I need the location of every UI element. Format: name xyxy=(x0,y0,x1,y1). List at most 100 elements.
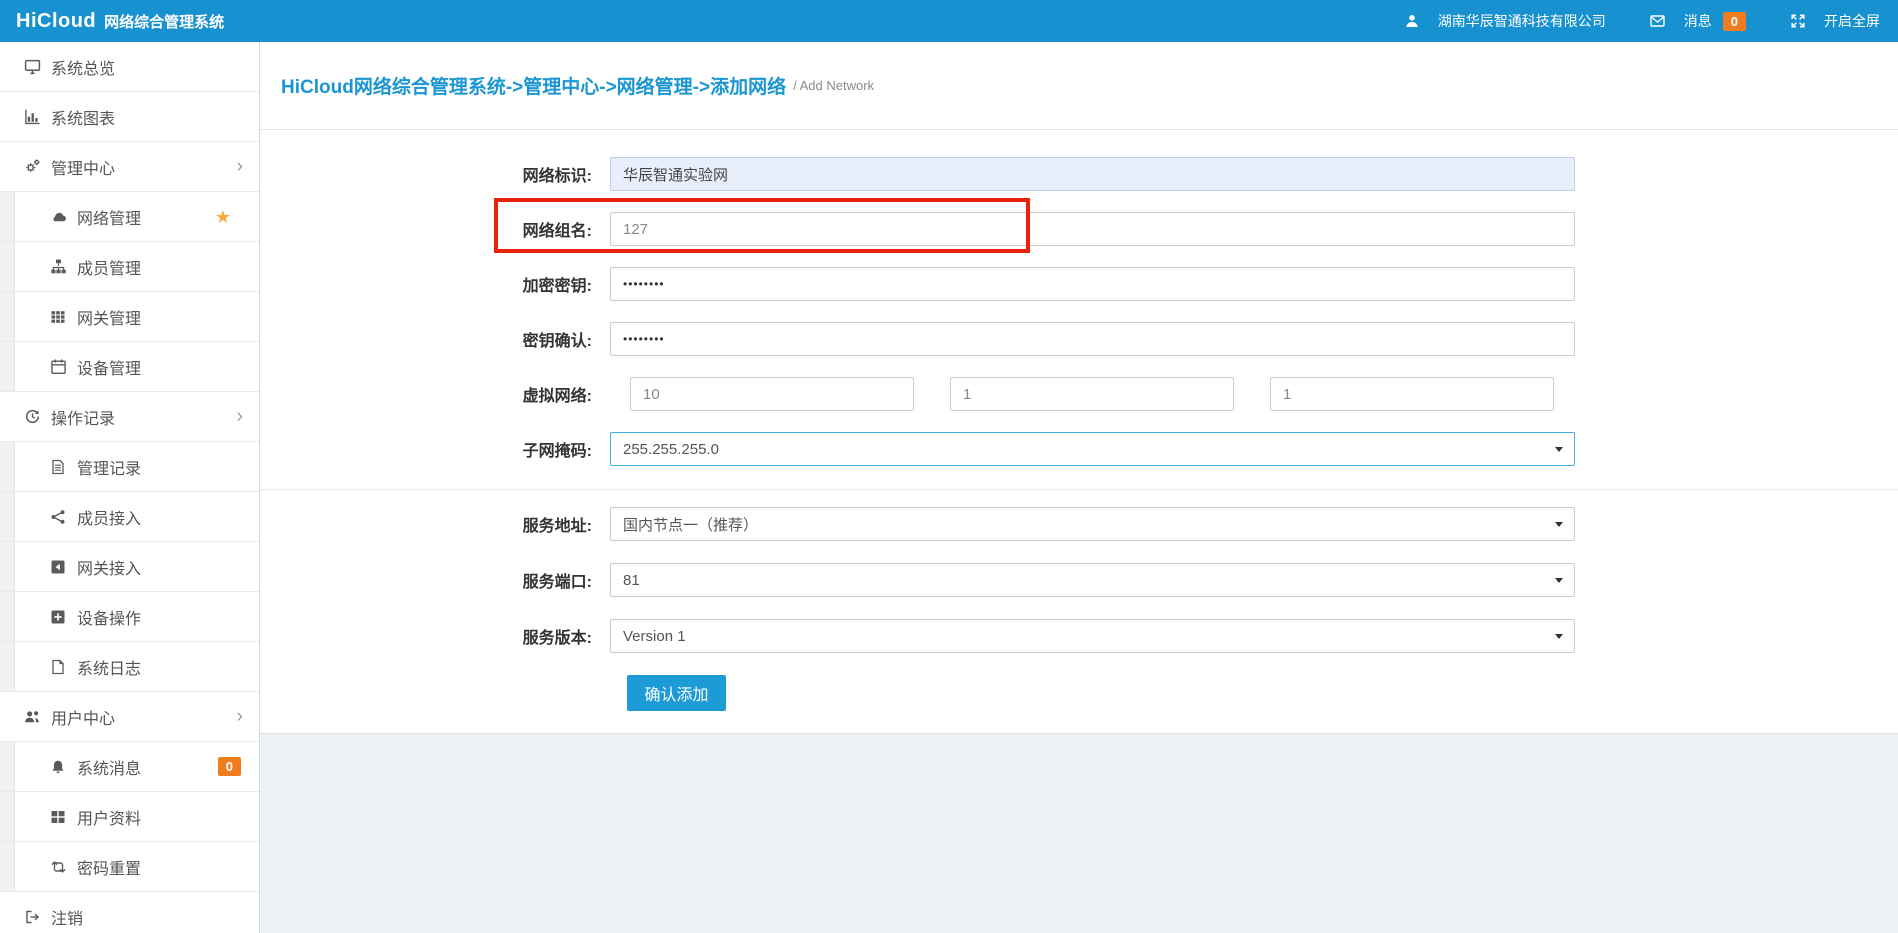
calendar-icon xyxy=(48,358,68,375)
sidebar-item-label: 系统总览 xyxy=(51,55,115,79)
retweet-icon xyxy=(48,859,68,875)
history-icon xyxy=(22,408,42,425)
plus-square-icon xyxy=(48,609,68,625)
breadcrumb-suffix: / Add Network xyxy=(793,78,874,93)
caret-down-icon xyxy=(1555,634,1563,643)
sidebar-item-admin-records[interactable]: 管理记录 xyxy=(0,442,259,492)
submit-row: 确认添加 xyxy=(260,675,1898,733)
server-address-select[interactable]: 国内节点一（推荐） xyxy=(610,507,1575,541)
group-name-label: 网络组名: xyxy=(260,217,610,241)
account-menu[interactable]: 湖南华辰智通科技有限公司 xyxy=(1402,11,1606,31)
subnet-mask-value: 255.255.255.0 xyxy=(623,441,719,458)
breadcrumb-bar: HiCloud网络综合管理系统->管理中心->网络管理->添加网络 / Add … xyxy=(260,42,1898,130)
group-name-row: 网络组名: xyxy=(260,212,1898,246)
sidebar-item-system-log[interactable]: 系统日志 xyxy=(0,642,259,692)
grid-large-icon xyxy=(48,809,68,825)
virtual-network-octet3-input[interactable] xyxy=(1270,377,1554,411)
sidebar-item-logout[interactable]: 注销 xyxy=(0,892,259,933)
server-version-select[interactable]: Version 1 xyxy=(610,619,1575,653)
sitemap-icon xyxy=(48,258,68,275)
subnet-mask-select[interactable]: 255.255.255.0 xyxy=(610,432,1575,466)
envelope-icon xyxy=(1648,13,1668,29)
sidebar-item-gateway-access[interactable]: 网关接入 xyxy=(0,542,259,592)
users-icon xyxy=(22,708,42,725)
sidebar-item-gateway-management[interactable]: 网关管理 xyxy=(0,292,259,342)
brand-subtitle: 网络综合管理系统 xyxy=(104,11,224,32)
add-network-form: 网络标识: 网络组名: 加密密钥: 密钥确认: 虚拟网络: xyxy=(260,130,1898,733)
network-id-input[interactable] xyxy=(610,157,1575,191)
sidebar-item-system-messages[interactable]: 系统消息 0 xyxy=(0,742,259,792)
server-port-select[interactable]: 81 xyxy=(610,563,1575,597)
sidebar-item-label: 密码重置 xyxy=(77,855,141,879)
section-divider xyxy=(260,489,1898,490)
server-address-value: 国内节点一（推荐） xyxy=(623,514,758,535)
sidebar-item-system-charts[interactable]: 系统图表 xyxy=(0,92,259,142)
virtual-network-label: 虚拟网络: xyxy=(260,382,610,406)
sidebar-item-system-overview[interactable]: 系统总览 xyxy=(0,42,259,92)
subnet-mask-row: 子网掩码: 255.255.255.0 xyxy=(260,432,1898,466)
sign-out-icon xyxy=(22,909,42,925)
encryption-key-label: 加密密钥: xyxy=(260,272,610,296)
sidebar-item-label: 用户中心 xyxy=(51,705,115,729)
sidebar-item-member-management[interactable]: 成员管理 xyxy=(0,242,259,292)
sidebar-nav: 系统总览 系统图表 管理中心 › 网络管理 ★ 成员管理 xyxy=(0,42,260,933)
sidebar-item-label: 设备管理 xyxy=(77,355,141,379)
sidebar-item-label: 管理记录 xyxy=(77,455,141,479)
gears-icon xyxy=(22,158,42,175)
fullscreen-toggle[interactable]: 开启全屏 xyxy=(1788,11,1880,31)
message-count-badge: 0 xyxy=(218,757,241,776)
brand-logo-text: HiCloud xyxy=(16,10,96,33)
caret-square-left-icon xyxy=(48,559,68,575)
server-port-row: 服务端口: 81 xyxy=(260,563,1898,597)
sidebar-item-admin-center[interactable]: 管理中心 › xyxy=(0,142,259,192)
sidebar-item-operation-records[interactable]: 操作记录 › xyxy=(0,392,259,442)
group-name-input[interactable] xyxy=(610,212,1575,246)
add-network-panel: HiCloud网络综合管理系统->管理中心->网络管理->添加网络 / Add … xyxy=(260,42,1898,734)
key-confirm-input[interactable] xyxy=(610,322,1575,356)
messages-label: 消息 xyxy=(1684,11,1712,31)
bell-icon xyxy=(48,759,68,775)
encryption-key-input[interactable] xyxy=(610,267,1575,301)
main-content: HiCloud网络综合管理系统->管理中心->网络管理->添加网络 / Add … xyxy=(260,42,1898,933)
server-version-value: Version 1 xyxy=(623,628,686,645)
confirm-add-button[interactable]: 确认添加 xyxy=(627,675,726,711)
desktop-icon xyxy=(22,58,42,75)
virtual-network-octet1-input[interactable] xyxy=(630,377,914,411)
fullscreen-icon xyxy=(1788,13,1808,29)
sidebar-item-device-operation[interactable]: 设备操作 xyxy=(0,592,259,642)
sidebar-item-user-profile[interactable]: 用户资料 xyxy=(0,792,259,842)
sidebar-item-label: 注销 xyxy=(51,905,83,929)
sidebar-item-label: 成员管理 xyxy=(77,255,141,279)
encryption-key-row: 加密密钥: xyxy=(260,267,1898,301)
virtual-network-row: 虚拟网络: xyxy=(260,377,1898,411)
server-port-value: 81 xyxy=(623,572,640,589)
messages-menu[interactable]: 消息 0 xyxy=(1648,11,1746,31)
sidebar-item-member-access[interactable]: 成员接入 xyxy=(0,492,259,542)
bar-chart-icon xyxy=(22,108,42,125)
chevron-right-icon: › xyxy=(237,407,243,426)
fullscreen-label: 开启全屏 xyxy=(1824,11,1880,31)
network-id-row: 网络标识: xyxy=(260,157,1898,191)
top-bar: HiCloud 网络综合管理系统 湖南华辰智通科技有限公司 消息 0 开启全屏 xyxy=(0,0,1898,42)
cloud-icon xyxy=(48,208,68,225)
network-id-label: 网络标识: xyxy=(260,162,610,186)
sidebar-item-label: 系统图表 xyxy=(51,105,115,129)
chevron-right-icon: › xyxy=(237,157,243,176)
server-port-label: 服务端口: xyxy=(260,568,610,592)
sidebar-item-label: 系统日志 xyxy=(77,655,141,679)
virtual-network-inputs xyxy=(610,377,1554,411)
virtual-network-octet2-input[interactable] xyxy=(950,377,1234,411)
server-version-label: 服务版本: xyxy=(260,624,610,648)
caret-down-icon xyxy=(1555,447,1563,456)
caret-down-icon xyxy=(1555,578,1563,587)
server-version-row: 服务版本: Version 1 xyxy=(260,619,1898,653)
sidebar-item-user-center[interactable]: 用户中心 › xyxy=(0,692,259,742)
sidebar-item-password-reset[interactable]: 密码重置 xyxy=(0,842,259,892)
sidebar-item-network-management[interactable]: 网络管理 ★ xyxy=(0,192,259,242)
grid-icon xyxy=(48,309,68,325)
sidebar-item-label: 操作记录 xyxy=(51,405,115,429)
server-address-label: 服务地址: xyxy=(260,512,610,536)
sidebar-item-label: 设备操作 xyxy=(77,605,141,629)
sidebar-item-label: 网络管理 xyxy=(77,205,141,229)
sidebar-item-device-management[interactable]: 设备管理 xyxy=(0,342,259,392)
